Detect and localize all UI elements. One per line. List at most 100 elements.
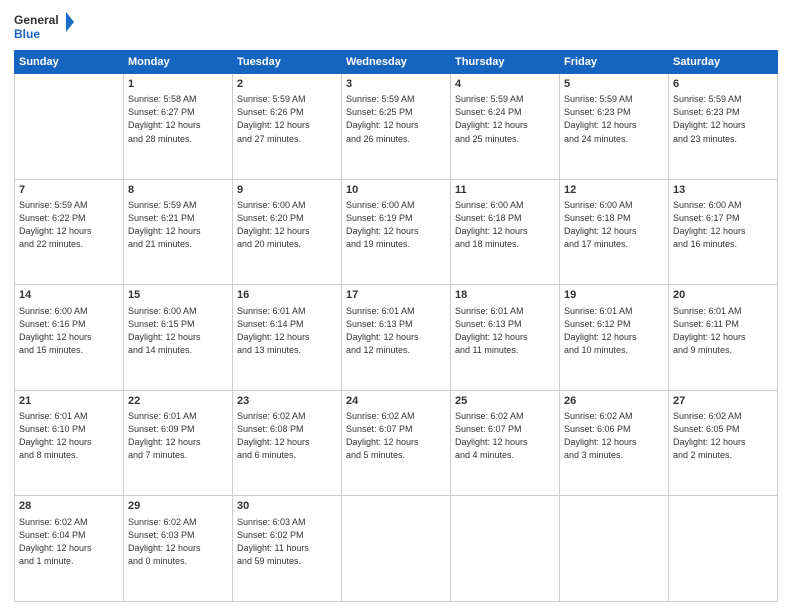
week-row-1: 1Sunrise: 5:58 AM Sunset: 6:27 PM Daylig… [15,74,778,180]
day-cell: 6Sunrise: 5:59 AM Sunset: 6:23 PM Daylig… [669,74,778,180]
day-info: Sunrise: 6:01 AM Sunset: 6:09 PM Dayligh… [128,410,228,462]
day-number: 20 [673,288,773,303]
day-info: Sunrise: 5:59 AM Sunset: 6:26 PM Dayligh… [237,93,337,145]
week-row-5: 28 Sunrise: 6:02 AM Sunset: 6:04 PM Dayli… [15,496,778,602]
day-info: Sunrise: 6:00 AM Sunset: 6:15 PM Dayligh… [128,305,228,357]
day-info: Sunrise: 6:02 AM Sunset: 6:08 PM Dayligh… [237,410,337,462]
svg-text:Blue: Blue [14,27,40,41]
day-info: Sunrise: 6:02 AM Sunset: 6:03 PM Dayligh… [128,516,228,568]
day-number: 27 [673,394,773,409]
col-header-sunday: Sunday [15,51,124,74]
logo-svg: General Blue [14,10,74,44]
calendar-table: SundayMondayTuesdayWednesdayThursdayFrid… [14,50,778,602]
day-cell: 10Sunrise: 6:00 AM Sunset: 6:19 PM Dayli… [342,179,451,285]
day-cell: 23Sunrise: 6:02 AM Sunset: 6:08 PM Dayli… [233,390,342,496]
day-cell: 22Sunrise: 6:01 AM Sunset: 6:09 PM Dayli… [124,390,233,496]
day-cell: 2Sunrise: 5:59 AM Sunset: 6:26 PM Daylig… [233,74,342,180]
day-info: Sunrise: 6:01 AM Sunset: 6:13 PM Dayligh… [455,305,555,357]
week-row-4: 21Sunrise: 6:01 AM Sunset: 6:10 PM Dayli… [15,390,778,496]
day-number: 15 [128,288,228,303]
col-header-friday: Friday [560,51,669,74]
day-cell: 15 Sunrise: 6:00 AM Sunset: 6:15 PM Dayli… [124,285,233,391]
col-header-tuesday: Tuesday [233,51,342,74]
day-number: 5 [564,77,664,92]
day-number: 22 [128,394,228,409]
header-row: SundayMondayTuesdayWednesdayThursdayFrid… [15,51,778,74]
day-cell [15,74,124,180]
day-number: 29 [128,499,228,514]
day-info: Sunrise: 6:01 AM Sunset: 6:13 PM Dayligh… [346,305,446,357]
day-info: Sunrise: 5:59 AM Sunset: 6:22 PM Dayligh… [19,199,119,251]
day-cell: 1Sunrise: 5:58 AM Sunset: 6:27 PM Daylig… [124,74,233,180]
day-cell: 12Sunrise: 6:00 AM Sunset: 6:18 PM Dayli… [560,179,669,285]
day-cell: 27Sunrise: 6:02 AM Sunset: 6:05 PM Dayli… [669,390,778,496]
col-header-wednesday: Wednesday [342,51,451,74]
day-info: Sunrise: 6:02 AM Sunset: 6:06 PM Dayligh… [564,410,664,462]
day-cell [669,496,778,602]
day-info: Sunrise: 6:00 AM Sunset: 6:16 PM Dayligh… [19,305,119,357]
day-number: 25 [455,394,555,409]
week-row-3: 14 Sunrise: 6:00 AM Sunset: 6:16 PM Dayli… [15,285,778,391]
day-number: 9 [237,183,337,198]
day-number: 19 [564,288,664,303]
day-number: 8 [128,183,228,198]
day-cell: 29 Sunrise: 6:02 AM Sunset: 6:03 PM Dayli… [124,496,233,602]
day-number: 17 [346,288,446,303]
day-info: Sunrise: 5:59 AM Sunset: 6:23 PM Dayligh… [564,93,664,145]
day-info: Sunrise: 6:00 AM Sunset: 6:18 PM Dayligh… [455,199,555,251]
day-number: 16 [237,288,337,303]
day-number: 14 [19,288,119,303]
day-number: 2 [237,77,337,92]
day-number: 10 [346,183,446,198]
header: General Blue [14,10,778,44]
day-number: 18 [455,288,555,303]
day-cell: 16 Sunrise: 6:01 AM Sunset: 6:14 PM Dayli… [233,285,342,391]
day-cell: 30 Sunrise: 6:03 AM Sunset: 6:02 PM Dayli… [233,496,342,602]
week-row-2: 7Sunrise: 5:59 AM Sunset: 6:22 PM Daylig… [15,179,778,285]
day-info: Sunrise: 6:01 AM Sunset: 6:10 PM Dayligh… [19,410,119,462]
day-cell: 13Sunrise: 6:00 AM Sunset: 6:17 PM Dayli… [669,179,778,285]
day-cell: 14 Sunrise: 6:00 AM Sunset: 6:16 PM Dayli… [15,285,124,391]
day-cell [451,496,560,602]
day-info: Sunrise: 6:00 AM Sunset: 6:20 PM Dayligh… [237,199,337,251]
day-info: Sunrise: 6:03 AM Sunset: 6:02 PM Dayligh… [237,516,337,568]
day-number: 21 [19,394,119,409]
day-info: Sunrise: 6:00 AM Sunset: 6:17 PM Dayligh… [673,199,773,251]
day-cell: 9Sunrise: 6:00 AM Sunset: 6:20 PM Daylig… [233,179,342,285]
day-info: Sunrise: 5:59 AM Sunset: 6:21 PM Dayligh… [128,199,228,251]
day-number: 24 [346,394,446,409]
day-cell: 20 Sunrise: 6:01 AM Sunset: 6:11 PM Dayli… [669,285,778,391]
day-cell: 26Sunrise: 6:02 AM Sunset: 6:06 PM Dayli… [560,390,669,496]
day-number: 23 [237,394,337,409]
day-cell: 17 Sunrise: 6:01 AM Sunset: 6:13 PM Dayli… [342,285,451,391]
day-info: Sunrise: 5:59 AM Sunset: 6:25 PM Dayligh… [346,93,446,145]
day-info: Sunrise: 6:01 AM Sunset: 6:14 PM Dayligh… [237,305,337,357]
day-cell: 11Sunrise: 6:00 AM Sunset: 6:18 PM Dayli… [451,179,560,285]
day-cell: 18 Sunrise: 6:01 AM Sunset: 6:13 PM Dayli… [451,285,560,391]
svg-text:General: General [14,13,59,27]
col-header-saturday: Saturday [669,51,778,74]
day-info: Sunrise: 6:02 AM Sunset: 6:04 PM Dayligh… [19,516,119,568]
day-cell: 21Sunrise: 6:01 AM Sunset: 6:10 PM Dayli… [15,390,124,496]
day-number: 12 [564,183,664,198]
day-info: Sunrise: 6:02 AM Sunset: 6:07 PM Dayligh… [455,410,555,462]
day-info: Sunrise: 6:00 AM Sunset: 6:19 PM Dayligh… [346,199,446,251]
day-number: 26 [564,394,664,409]
day-cell: 8Sunrise: 5:59 AM Sunset: 6:21 PM Daylig… [124,179,233,285]
day-info: Sunrise: 6:01 AM Sunset: 6:11 PM Dayligh… [673,305,773,357]
day-cell: 3Sunrise: 5:59 AM Sunset: 6:25 PM Daylig… [342,74,451,180]
day-cell [342,496,451,602]
day-cell: 5Sunrise: 5:59 AM Sunset: 6:23 PM Daylig… [560,74,669,180]
day-info: Sunrise: 5:59 AM Sunset: 6:23 PM Dayligh… [673,93,773,145]
day-number: 30 [237,499,337,514]
day-cell: 28 Sunrise: 6:02 AM Sunset: 6:04 PM Dayli… [15,496,124,602]
day-number: 28 [19,499,119,514]
day-number: 4 [455,77,555,92]
day-cell: 7Sunrise: 5:59 AM Sunset: 6:22 PM Daylig… [15,179,124,285]
day-info: Sunrise: 6:01 AM Sunset: 6:12 PM Dayligh… [564,305,664,357]
col-header-monday: Monday [124,51,233,74]
day-cell: 4Sunrise: 5:59 AM Sunset: 6:24 PM Daylig… [451,74,560,180]
day-number: 13 [673,183,773,198]
day-cell: 24Sunrise: 6:02 AM Sunset: 6:07 PM Dayli… [342,390,451,496]
col-header-thursday: Thursday [451,51,560,74]
